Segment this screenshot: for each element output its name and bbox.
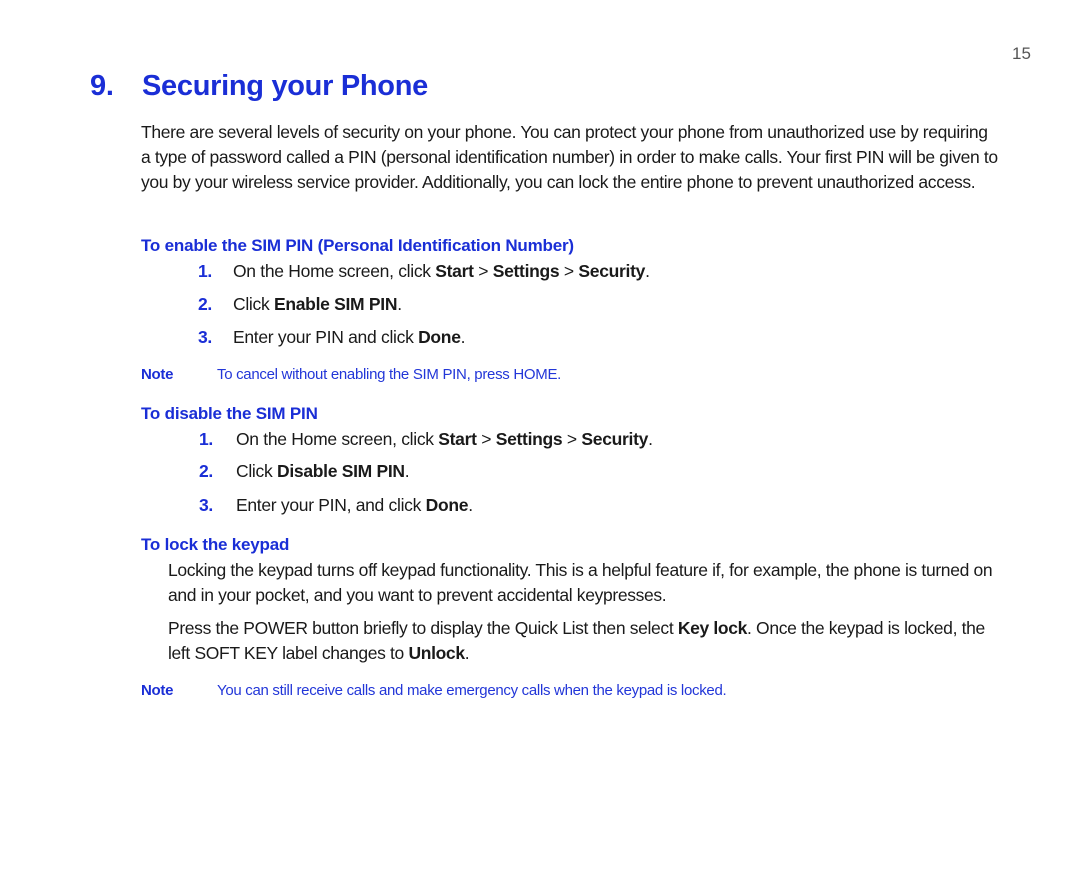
section-heading-lock-keypad: To lock the keypad <box>141 535 290 554</box>
step-number: 1. <box>198 261 212 281</box>
ui-term: Settings <box>495 429 563 449</box>
step-text: Click <box>233 294 274 314</box>
ui-term: Enable SIM PIN <box>273 294 398 314</box>
note-text: You can still receive calls and make eme… <box>217 682 727 699</box>
ui-term: Start <box>438 429 477 449</box>
step-text: Enter your PIN and click <box>233 327 419 347</box>
chapter-title: Securing your Phone <box>142 70 428 102</box>
separator: > <box>476 429 496 449</box>
separator: > <box>562 429 582 449</box>
keylock-paragraph: Press the POWER button briefly to displa… <box>168 616 1008 666</box>
step-number: 1. <box>199 429 213 449</box>
step-number: 3. <box>199 495 213 515</box>
keypad-paragraph: Locking the keypad turns off keypad func… <box>168 560 993 605</box>
ui-term: Done <box>418 327 461 347</box>
step-number: 2. <box>198 294 212 314</box>
ui-term: Start <box>435 261 474 281</box>
punct: . <box>404 461 410 481</box>
step-text: On the Home screen, click <box>233 261 436 281</box>
punct: . <box>464 643 470 663</box>
step-text: On the Home screen, click <box>236 429 439 449</box>
section-heading-disable-sim-pin: To disable the SIM PIN <box>141 404 318 423</box>
chapter-number: 9. <box>90 70 114 102</box>
step-text: Enter your PIN, and click <box>236 495 426 515</box>
page-number: 15 <box>1012 44 1031 63</box>
ui-term: Key lock <box>677 618 748 638</box>
ui-term: Disable SIM PIN <box>276 461 405 481</box>
punct: . <box>397 294 402 314</box>
intro-paragraph: There are several levels of security on … <box>141 122 998 192</box>
step-number: 2. <box>199 461 213 481</box>
separator: > <box>473 261 493 281</box>
ui-term: Settings <box>492 261 560 281</box>
step-text: Click <box>236 461 277 481</box>
ui-term: Done <box>425 495 469 515</box>
page-title: 9. Securing your Phone <box>90 70 428 103</box>
note-label: Note <box>141 366 174 383</box>
separator: > <box>559 261 579 281</box>
punct: . <box>468 495 473 515</box>
section-heading-enable-sim-pin: To enable the SIM PIN (Personal Identifi… <box>141 236 574 255</box>
note-text: To cancel without enabling the SIM PIN, … <box>217 366 562 383</box>
punct: . <box>460 327 466 347</box>
note-label: Note <box>141 682 174 699</box>
ui-term: Security <box>578 261 646 281</box>
punct: . <box>648 429 653 449</box>
ui-term: Unlock <box>408 643 465 663</box>
paragraph-text: Press the POWER button briefly to displa… <box>168 618 678 638</box>
step-number: 3. <box>198 327 212 347</box>
ui-term: Security <box>581 429 649 449</box>
punct: . <box>645 261 650 281</box>
